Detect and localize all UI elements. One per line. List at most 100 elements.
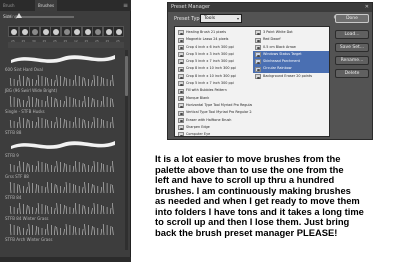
- tab-brushes[interactable]: Brushes: [35, 0, 57, 11]
- preset-item[interactable]: 0.5 cm Black Arrow: [253, 44, 329, 51]
- preset-item[interactable]: Fill with Bubbles Pattern: [176, 87, 252, 94]
- tool-preset-icon: [178, 59, 184, 65]
- preset-list[interactable]: Healing Brush 21 pixels Magnetic Lasso 24…: [174, 26, 330, 137]
- preset-item[interactable]: Eraser with Halftone Brush: [176, 117, 252, 124]
- grass-blade: [65, 205, 68, 215]
- size-slider-thumb[interactable]: [16, 13, 22, 18]
- brush-thumbnail[interactable]: 25: [102, 26, 114, 43]
- preset-item[interactable]: Crop 5 inch x 7 inch 300 ppi: [176, 58, 252, 65]
- grass-blade: [26, 100, 28, 108]
- preset-item-label: Crop 4 inch x 6 inch 300 ppi: [186, 44, 234, 49]
- brush-tip-icon: [11, 29, 17, 35]
- preset-item[interactable]: Computer Eye: [176, 131, 252, 137]
- preset-item-label: Sharpen Edge: [186, 124, 210, 129]
- panel-tabbar: Brush Settings Brushes ≡: [0, 0, 131, 19]
- grass-blade: [75, 74, 77, 87]
- preset-type-select[interactable]: Tools ▾: [200, 14, 242, 23]
- grass-blade: [44, 118, 47, 129]
- preset-item[interactable]: Healing Brush 21 pixels: [176, 29, 252, 36]
- preset-item[interactable]: Magnetic Lasso 24 pixels: [176, 36, 252, 43]
- grass-blade: [91, 121, 93, 129]
- preset-item-label: Crop 8 inch x 10 inch 300 ppi: [186, 73, 236, 78]
- preset-item[interactable]: Crop 5 inch x 3 inch 300 ppi: [176, 51, 252, 58]
- tool-preset-icon: [178, 88, 184, 94]
- grass-blade: [26, 162, 28, 173]
- brush-thumbnail[interactable]: 25: [81, 26, 93, 43]
- preset-item[interactable]: Sharpen Edge: [176, 124, 252, 131]
- preset-item[interactable]: Crop 8 inch x 10 inch 300 ppi: [176, 73, 252, 80]
- save-set-button[interactable]: Save Set...: [335, 43, 369, 52]
- preset-item[interactable]: 3 Point White Dot: [253, 29, 329, 36]
- preset-item[interactable]: Marque Blank: [176, 95, 252, 102]
- delete-button[interactable]: Delete: [335, 69, 369, 78]
- brush-list-scrollbar[interactable]: [125, 50, 128, 250]
- brush-thumbnail[interactable]: 25: [50, 26, 61, 43]
- preset-item-label: Crop 8 inch x 10 inch 300 ppi: [186, 66, 236, 71]
- preset-item[interactable]: Red Dwarf: [253, 36, 329, 43]
- grass-blade: [72, 79, 75, 87]
- preset-item-label: Marque Blank: [186, 95, 210, 100]
- preset-item[interactable]: Skinheaad Parchment: [253, 58, 329, 66]
- grass-blade: [91, 183, 93, 194]
- preset-item[interactable]: Horizontal Type Tool Myriad Pro Regular …: [176, 102, 252, 109]
- tool-preset-icon: [255, 37, 261, 43]
- preset-item[interactable]: Windows Status Target: [253, 50, 329, 59]
- brush-thumbnail[interactable]: 25: [92, 26, 103, 43]
- tool-preset-icon: [178, 66, 184, 72]
- size-slider-track[interactable]: [14, 16, 74, 18]
- brush-tip-icon: [53, 29, 59, 35]
- brush-thumbnail[interactable]: 12: [71, 26, 82, 43]
- brush-stroke-preview: [9, 116, 114, 129]
- brush-thumbnail[interactable]: 25: [8, 26, 19, 43]
- brush-thumbnail[interactable]: 25: [39, 26, 51, 43]
- preset-item[interactable]: Vertical Type Tool Myriad Pro Regular 24…: [176, 109, 252, 116]
- grass-blade: [44, 186, 47, 194]
- grass-blade: [16, 225, 19, 236]
- brush-thumbnail[interactable]: 25: [113, 26, 124, 43]
- grass-blade: [63, 76, 65, 87]
- dialog-title: Preset Manager: [171, 4, 211, 10]
- grass-blade: [82, 186, 84, 194]
- brush-thumbnail[interactable]: 30: [29, 26, 40, 43]
- grass-blade: [112, 74, 114, 87]
- tab-brush-settings[interactable]: Brush Settings: [0, 0, 35, 19]
- grass-blade: [54, 79, 56, 87]
- comment-line: back the brush preset manager PLEASE!: [155, 226, 338, 238]
- scrollbar-thumb[interactable]: [125, 56, 128, 96]
- grass-blade: [54, 121, 56, 129]
- preset-item[interactable]: Circular Rainbow: [253, 65, 329, 73]
- brush-thumbnail[interactable]: 25: [60, 26, 72, 43]
- done-button[interactable]: Done: [335, 14, 369, 23]
- grass-blade: [16, 79, 19, 87]
- brush-thumbnail[interactable]: 25: [18, 26, 30, 43]
- grass-blade: [91, 207, 93, 215]
- grass-blade: [109, 165, 112, 173]
- preset-item-label: Crop 5 inch x 7 inch 300 ppi: [186, 81, 234, 86]
- preset-item[interactable]: Crop 4 inch x 6 inch 300 ppi: [176, 44, 252, 51]
- tool-preset-icon: [255, 74, 261, 80]
- preset-item-label: Computer Eye: [186, 132, 211, 137]
- grass-blade: [19, 116, 21, 129]
- rename-button[interactable]: Rename...: [335, 56, 369, 65]
- grass-blade: [102, 95, 105, 108]
- panel-menu-icon[interactable]: ≡: [123, 0, 128, 11]
- tool-preset-icon: [178, 95, 184, 101]
- grass-blade: [47, 181, 49, 194]
- grass-blade: [19, 160, 21, 173]
- preset-item[interactable]: Crop 5 inch x 7 inch 300 ppi: [176, 80, 252, 87]
- brush-name: STFB Arch Winter Grass: [5, 237, 53, 242]
- close-icon[interactable]: ✕: [365, 3, 369, 12]
- grass-blade: [56, 116, 58, 129]
- grass-blade: [65, 163, 68, 173]
- grass-blade: [112, 226, 114, 236]
- load-button[interactable]: Load...: [335, 30, 369, 39]
- grass-blade: [93, 74, 95, 87]
- grass-blade: [82, 162, 84, 173]
- grass-blade: [37, 98, 40, 108]
- preset-item-label: Crop 5 inch x 7 inch 300 ppi: [186, 59, 234, 64]
- grass-blade: [16, 97, 19, 108]
- preset-item[interactable]: Crop 8 inch x 10 inch 300 ppi: [176, 65, 252, 72]
- grass-blade: [82, 228, 84, 236]
- preset-item[interactable]: Background Eraser 20 points: [253, 73, 329, 80]
- brush-tip-icon: [63, 29, 70, 35]
